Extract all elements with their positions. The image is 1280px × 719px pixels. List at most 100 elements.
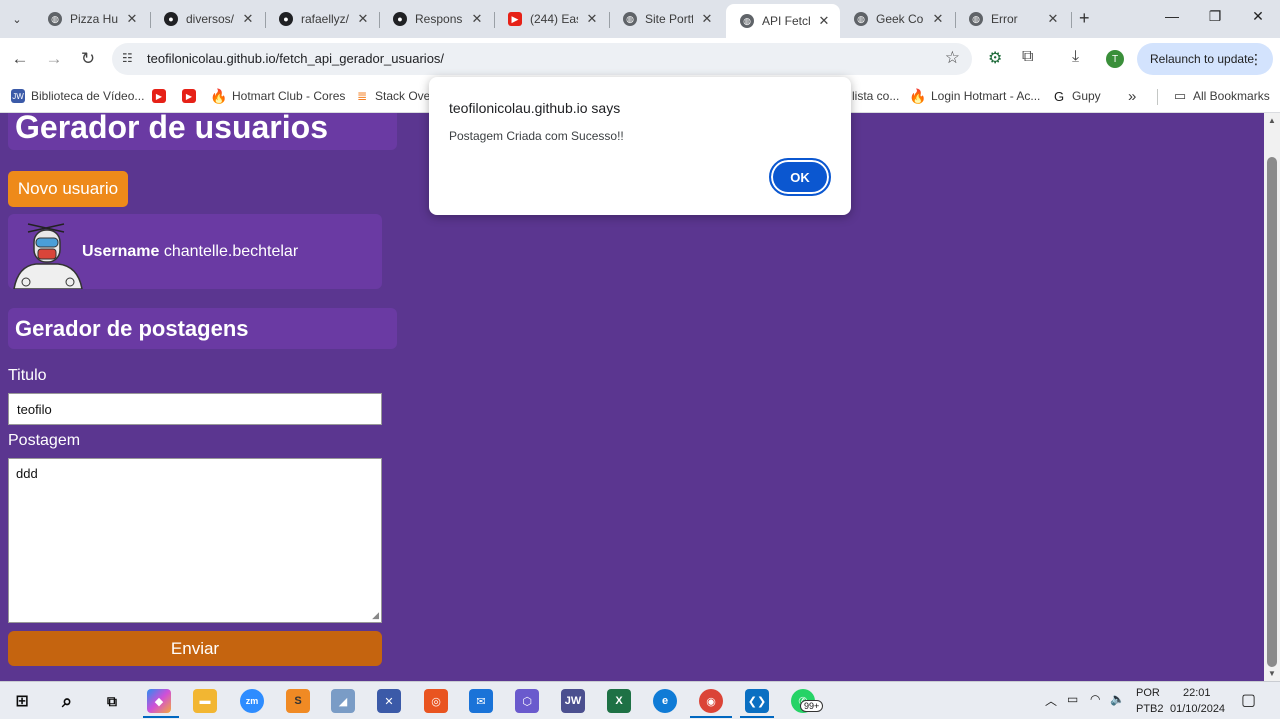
tab-geek-con[interactable]: ◍ Geek Con ✕ xyxy=(840,4,954,34)
keyboard-layout[interactable]: PTB2 xyxy=(1136,703,1164,715)
tab-search-chevron-icon[interactable]: ⌄ xyxy=(6,8,28,30)
close-icon[interactable]: ✕ xyxy=(355,11,371,27)
page-scrollbar[interactable]: ▲ ▼ xyxy=(1264,113,1280,681)
bookmarks-overflow-chevron-icon[interactable]: » xyxy=(1128,86,1136,106)
tray-chevron-icon[interactable]: ︿ xyxy=(1045,692,1057,709)
bookmark-gupy[interactable]: G Gupy xyxy=(1052,86,1101,106)
post-textarea[interactable]: ddd ◢ xyxy=(8,458,382,623)
bookmark-login-hotmart[interactable]: 🔥 Login Hotmart - Ac... xyxy=(909,86,1040,106)
window-close-icon[interactable]: ✕ xyxy=(1248,8,1268,25)
excel-icon[interactable]: X xyxy=(607,689,631,713)
close-icon[interactable]: ✕ xyxy=(699,11,715,27)
scroll-up-icon[interactable]: ▲ xyxy=(1268,116,1276,125)
app-icon[interactable]: ◢ xyxy=(331,689,355,713)
ok-button[interactable]: OK xyxy=(769,158,831,196)
download-icon[interactable]: ⤓ xyxy=(1072,48,1079,66)
username-value: chantelle.bechtelar xyxy=(163,243,299,260)
new-tab-plus-icon[interactable]: + xyxy=(1079,8,1090,29)
resize-grip-icon[interactable]: ◢ xyxy=(372,610,379,621)
edge-icon[interactable]: e xyxy=(653,689,677,713)
windows-start-icon[interactable]: ⊞ xyxy=(10,689,34,713)
task-view-icon[interactable]: ⧉ xyxy=(100,689,124,713)
users-generator-heading: Gerador de usuarios xyxy=(8,113,397,150)
back-arrow-icon[interactable]: ← xyxy=(10,49,30,69)
scroll-down-icon[interactable]: ▼ xyxy=(1268,669,1276,678)
mail-icon[interactable]: ✉ xyxy=(469,689,493,713)
github-icon: ● xyxy=(393,12,407,26)
title-input[interactable]: teofilo xyxy=(8,393,382,425)
close-icon[interactable]: ✕ xyxy=(816,13,832,29)
globe-icon: ◍ xyxy=(623,12,637,26)
copilot-icon[interactable]: ◆ xyxy=(147,689,171,713)
bookmark-star-icon[interactable]: ☆ xyxy=(945,48,960,68)
restore-icon[interactable]: ❐ xyxy=(1205,8,1225,25)
close-icon[interactable]: ✕ xyxy=(930,11,946,27)
close-icon[interactable]: ✕ xyxy=(124,11,140,27)
volume-icon[interactable]: 🔈 xyxy=(1110,692,1125,706)
file-explorer-icon[interactable]: ▬ xyxy=(193,689,217,713)
url-text[interactable]: teofilonicolau.github.io/fetch_api_gerad… xyxy=(147,51,444,66)
close-icon[interactable]: ✕ xyxy=(469,11,485,27)
bookmark-lista[interactable]: lista co... xyxy=(852,86,899,106)
profile-avatar[interactable]: T xyxy=(1106,50,1124,68)
wifi-icon[interactable]: ◠ xyxy=(1090,692,1100,706)
tab-error[interactable]: ◍ Error ✕ xyxy=(955,4,1069,34)
clock-time[interactable]: 22:01 xyxy=(1183,687,1211,699)
ubuntu-icon[interactable]: ◎ xyxy=(424,689,448,713)
tab-api-fetch[interactable]: ◍ API Fetch ✕ xyxy=(726,4,840,38)
new-user-button[interactable]: Novo usuario xyxy=(8,171,128,207)
sublime-icon[interactable]: S xyxy=(286,689,310,713)
close-icon[interactable]: ✕ xyxy=(240,11,256,27)
tab-title: API Fetch xyxy=(762,14,810,28)
site-info-icon[interactable]: ☷ xyxy=(122,51,133,65)
chrome-icon[interactable]: ◉ xyxy=(699,689,723,713)
tab-responsi[interactable]: ● Responsi ✕ xyxy=(379,4,493,34)
bookmark-youtube-1[interactable]: ▶ xyxy=(152,86,172,106)
reload-icon[interactable]: ↻ xyxy=(78,49,98,69)
tab-site-portfolio[interactable]: ◍ Site Portf ✕ xyxy=(609,4,723,34)
globe-icon: ◍ xyxy=(740,14,754,28)
alert-origin: teofilonicolau.github.io says xyxy=(449,100,621,116)
vscode-icon[interactable]: ❮❯ xyxy=(745,689,769,713)
folder-icon: ▭ xyxy=(1173,88,1187,103)
kebab-menu-icon[interactable]: ⋮ xyxy=(1249,51,1263,68)
tab-title: Responsi xyxy=(415,12,463,26)
tab-title: rafaellyz/ xyxy=(301,12,349,26)
youtube-icon: ▶ xyxy=(508,12,522,26)
tab-title: Error xyxy=(991,12,1018,26)
tab-youtube[interactable]: ▶ (244) Eas ✕ xyxy=(494,4,608,34)
battery-icon[interactable]: ▭ xyxy=(1067,692,1078,706)
minimize-icon[interactable]: — xyxy=(1162,8,1182,24)
bookmark-youtube-2[interactable]: ▶ xyxy=(182,86,202,106)
app-icon[interactable]: ✕ xyxy=(377,689,401,713)
clock-date[interactable]: 01/10/2024 xyxy=(1170,703,1225,715)
relaunch-to-update-button[interactable]: Relaunch to update ⋮ xyxy=(1137,43,1273,75)
bookmark-biblioteca[interactable]: JW Biblioteca de Vídeo... xyxy=(11,86,144,106)
close-icon[interactable]: ✕ xyxy=(584,11,600,27)
jw-library-icon[interactable]: JW xyxy=(561,689,585,713)
submit-button[interactable]: Enviar xyxy=(8,631,382,666)
language-indicator[interactable]: POR xyxy=(1136,687,1160,699)
user-card: Username chantelle.bechtelar xyxy=(8,214,382,289)
bookmark-stack-overflow[interactable]: ≣ Stack Overf xyxy=(355,86,438,106)
search-icon[interactable]: ⌕ xyxy=(55,689,79,713)
bookmark-hotmart-club[interactable]: 🔥 Hotmart Club - Cores xyxy=(210,86,345,106)
zoom-icon[interactable]: zm xyxy=(240,689,264,713)
extension-gear-icon[interactable]: ⚙ xyxy=(988,48,1002,68)
scrollbar-thumb[interactable] xyxy=(1267,157,1277,667)
forward-arrow-icon[interactable]: → xyxy=(44,49,64,69)
tab-diversos[interactable]: ● diversos/ ✕ xyxy=(150,4,264,34)
app-icon[interactable]: ⬡ xyxy=(515,689,539,713)
address-bar[interactable]: ☷ teofilonicolau.github.io/fetch_api_ger… xyxy=(112,43,972,75)
bookmark-label: Gupy xyxy=(1072,89,1101,103)
post-text: ddd xyxy=(16,466,38,481)
tab-pizza-hut[interactable]: ◍ Pizza Hut ✕ xyxy=(34,4,148,34)
posts-generator-heading: Gerador de postagens xyxy=(8,308,397,349)
notifications-icon[interactable]: ▢ xyxy=(1241,690,1256,710)
extensions-puzzle-icon[interactable]: ⧉ xyxy=(1022,48,1033,66)
tab-rafaellyz[interactable]: ● rafaellyz/ ✕ xyxy=(265,4,379,34)
tab-title: Pizza Hut xyxy=(70,12,118,26)
globe-icon: ◍ xyxy=(854,12,868,26)
all-bookmarks[interactable]: ▭ All Bookmarks xyxy=(1173,86,1270,106)
close-icon[interactable]: ✕ xyxy=(1045,11,1061,27)
